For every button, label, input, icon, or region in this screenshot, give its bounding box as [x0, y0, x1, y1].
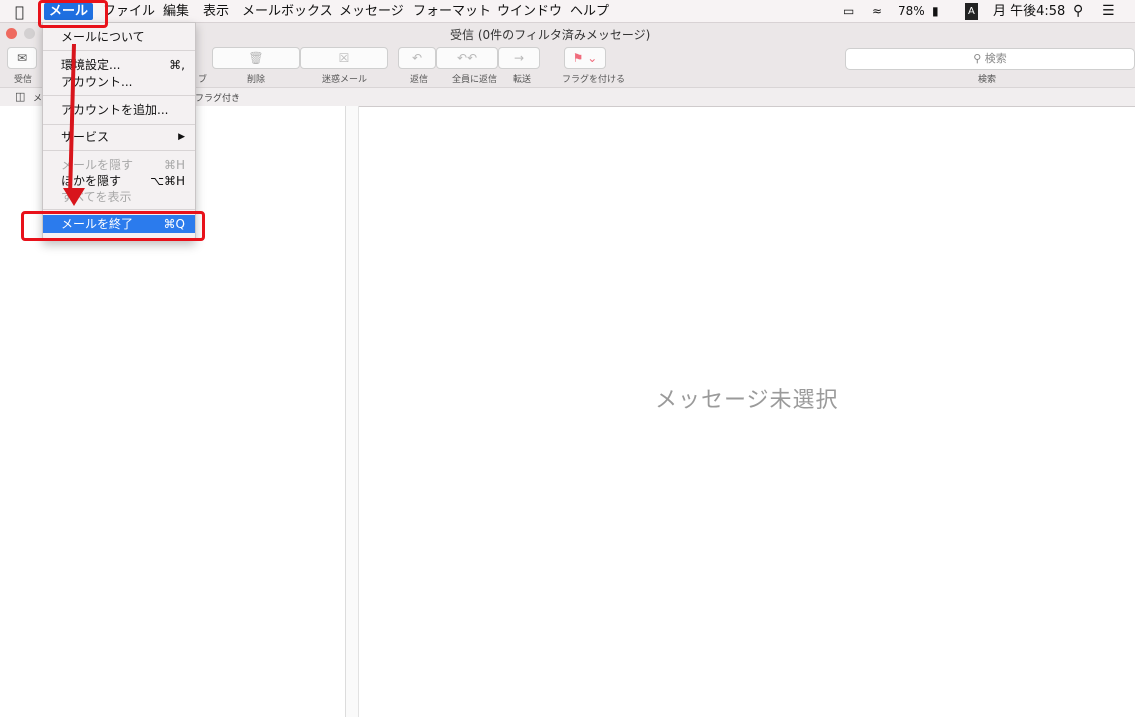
battery-icon[interactable]: ▮ [932, 3, 939, 20]
search-label: 検索 [978, 75, 997, 85]
search-icon: ⚲ [973, 52, 982, 65]
flag-label: フラグを付ける [562, 75, 626, 85]
menu-bar:  メール ファイル 編集 表示 メールボックス メッセージ フォーマット ウイ… [0, 0, 1135, 23]
menu-edit[interactable]: 編集 [163, 3, 189, 20]
menu-separator [43, 95, 195, 96]
menu-separator [43, 209, 195, 210]
apple-menu-icon[interactable]:  [15, 3, 24, 21]
window-close-button[interactable] [6, 28, 17, 39]
airplay-icon[interactable]: ▭ [843, 3, 854, 20]
search-placeholder: 検索 [984, 52, 1007, 65]
delete-button[interactable]: 🗑 [212, 47, 300, 69]
reply-all-button[interactable]: ↶↶ [436, 47, 498, 69]
junk-label: 迷惑メール [322, 75, 368, 85]
flag-button[interactable]: ⚑ ⌄ [564, 47, 606, 69]
junk-button[interactable]: ☒ [300, 47, 388, 69]
menu-view[interactable]: 表示 [203, 3, 229, 20]
input-source-icon[interactable]: A [965, 3, 978, 20]
annotation-arrow-head [63, 188, 85, 206]
pane-divider[interactable] [346, 106, 359, 717]
menu-item-about-mail[interactable]: メールについて [43, 29, 195, 45]
menu-file[interactable]: ファイル [103, 3, 155, 20]
menu-separator [43, 50, 195, 51]
menu-item-preferences[interactable]: 環境設定... ⌘, [43, 57, 195, 73]
reply-button[interactable]: ↶ [398, 47, 436, 69]
get-mail-label: 受信 [14, 75, 33, 85]
window-title: 受信 (0件のフィルタ済みメッセージ) [450, 28, 651, 42]
archive-label: ブ [198, 75, 208, 85]
annotation-highlight-mail-menu [38, 0, 108, 28]
menu-message[interactable]: メッセージ [339, 3, 404, 20]
spotlight-search-icon[interactable]: ⚲ [1073, 3, 1083, 20]
delete-label: 削除 [247, 75, 266, 85]
reply-label: 返信 [410, 75, 429, 85]
menu-item-add-account[interactable]: アカウントを追加... [43, 102, 195, 118]
reply-all-label: 全員に返信 [452, 75, 498, 85]
menu-item-services[interactable]: サービス ▶ [43, 129, 195, 145]
menubar-clock[interactable]: 月 午後4:58 [993, 3, 1065, 20]
search-input[interactable]: ⚲ 検索 [845, 48, 1135, 70]
menu-item-hide-mail[interactable]: メールを隠す ⌘H [43, 157, 195, 173]
flagged-label[interactable]: フラグ付き [195, 91, 240, 104]
annotation-highlight-quit [21, 211, 205, 241]
menu-separator [43, 124, 195, 125]
notification-center-icon[interactable]: ☰ [1102, 3, 1115, 20]
sidebar-toggle-icon[interactable]: ◫ [15, 90, 25, 103]
forward-label: 転送 [513, 75, 532, 85]
get-mail-button[interactable]: ✉ [7, 47, 37, 69]
menu-format[interactable]: フォーマット [413, 3, 491, 20]
menu-mailbox[interactable]: メールボックス [242, 3, 333, 20]
menu-item-hide-others[interactable]: ほかを隠す ⌥⌘H [43, 173, 195, 189]
menu-item-accounts[interactable]: アカウント... [43, 74, 195, 90]
window-minimize-button[interactable] [24, 28, 35, 39]
menu-separator [43, 150, 195, 151]
menu-help[interactable]: ヘルプ [570, 3, 609, 20]
forward-button[interactable]: → [498, 47, 540, 69]
mailboxes-label[interactable]: メ [33, 91, 42, 104]
menu-window[interactable]: ウインドウ [497, 3, 562, 20]
mail-menu-dropdown: メールについて 環境設定... ⌘, アカウント... アカウントを追加... サ… [42, 22, 196, 241]
no-selection-message: メッセージ未選択 [655, 388, 839, 413]
battery-percent[interactable]: 78% [898, 3, 925, 20]
wifi-icon[interactable]: ≈ [872, 3, 882, 20]
